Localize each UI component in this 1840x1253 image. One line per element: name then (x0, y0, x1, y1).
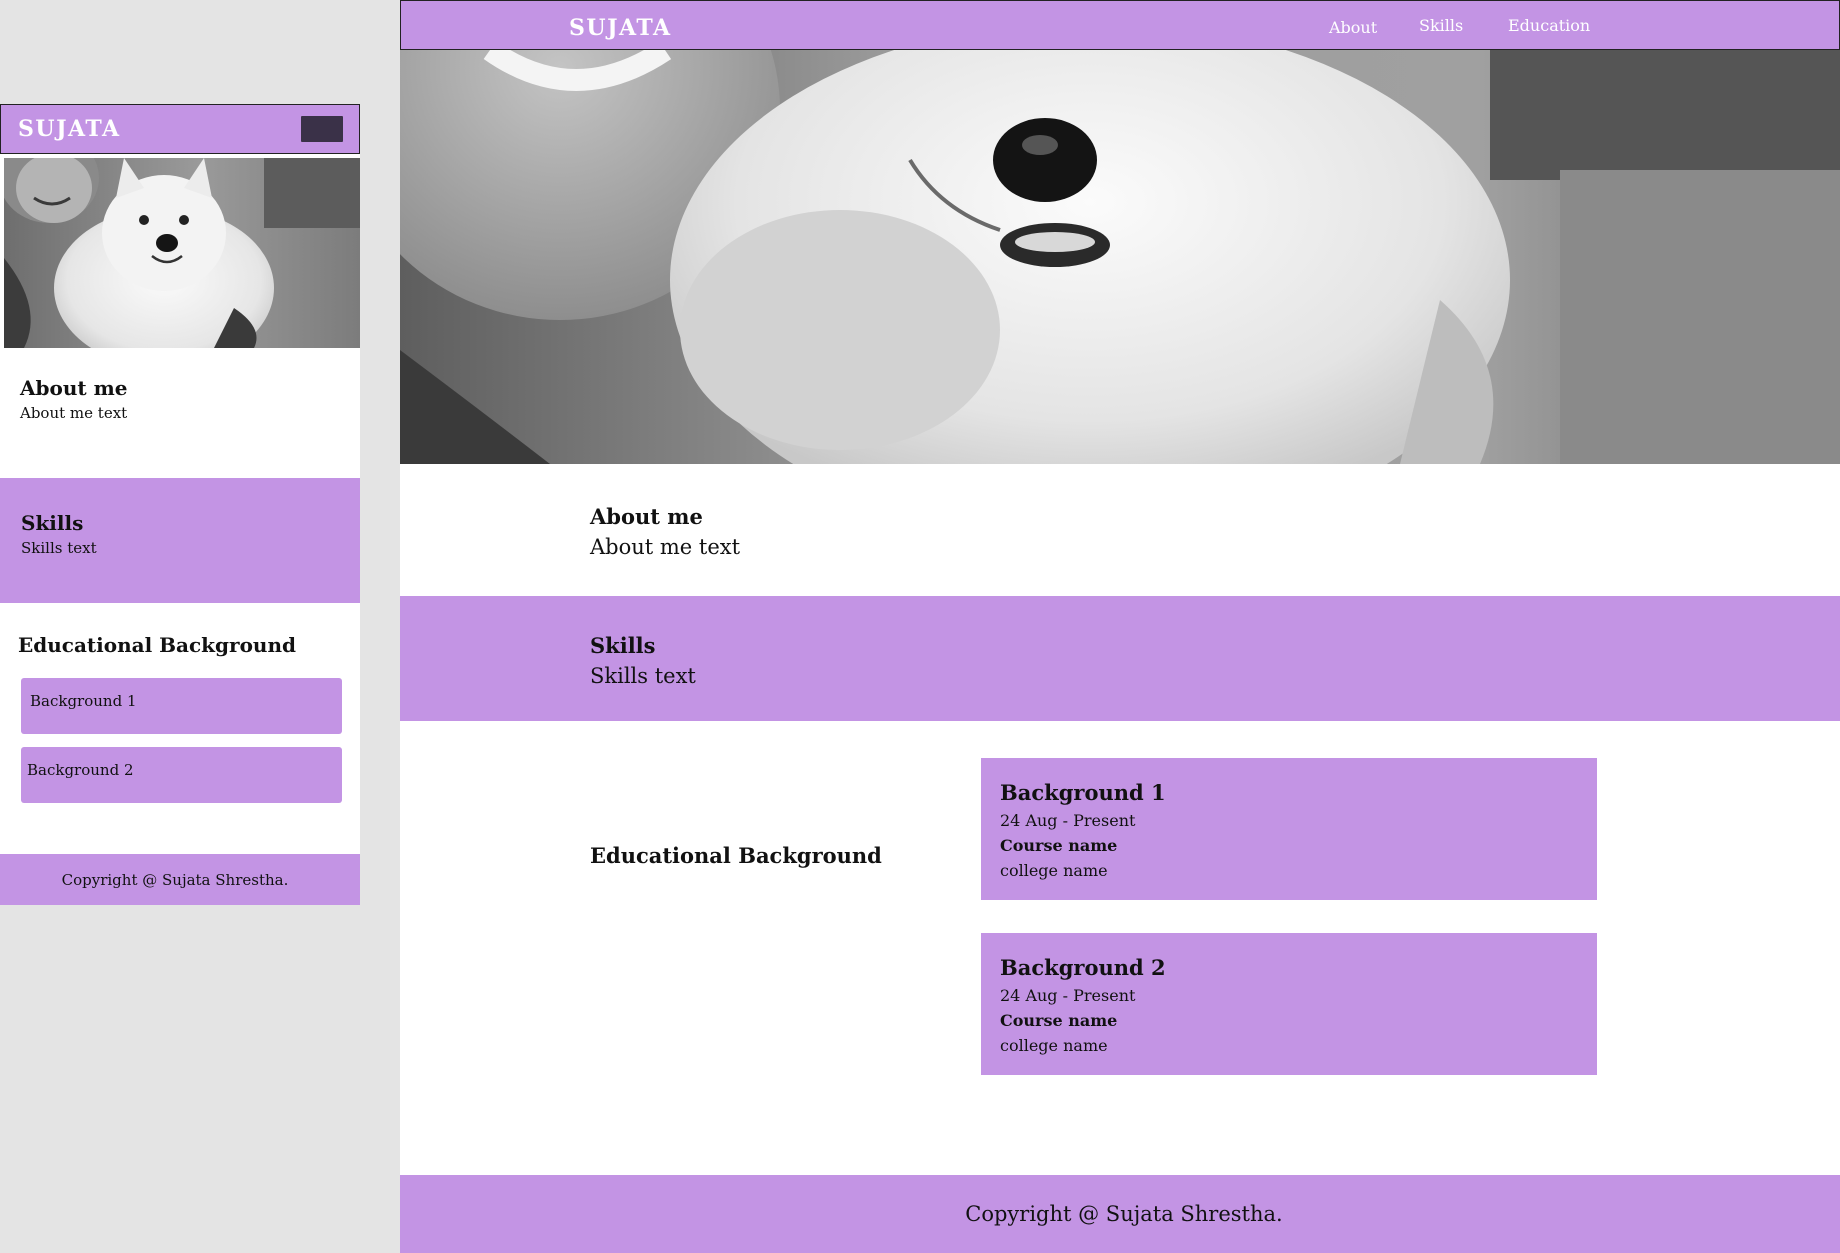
mobile-about-text: About me text (20, 404, 128, 422)
desktop-education-card: Background 1 24 Aug - Present Course nam… (981, 758, 1597, 900)
desktop-footer: Copyright @ Sujata Shrestha. (400, 1175, 1840, 1253)
desktop-footer-text: Copyright @ Sujata Shrestha. (965, 1202, 1283, 1226)
mobile-brand-logo[interactable]: SUJATA (18, 116, 121, 142)
desktop-hero-image (400, 50, 1840, 464)
mobile-preview: SUJATA About me About me text Skills Ski… (0, 104, 360, 905)
desktop-preview: SUJATA About Skills Education About me A… (400, 0, 1840, 1253)
education-card-course: Course name (1000, 836, 1118, 855)
mobile-skills-text: Skills text (21, 539, 97, 557)
mobile-footer: Copyright @ Sujata Shrestha. (0, 854, 360, 905)
mobile-hero-image (4, 158, 360, 348)
mobile-education-card: Background 2 (21, 747, 342, 803)
mobile-footer-text: Copyright @ Sujata Shrestha. (61, 870, 289, 889)
mobile-education-card-label: Background 1 (30, 692, 137, 710)
desktop-skills-section: Skills Skills text (400, 596, 1840, 721)
mobile-skills-heading: Skills (21, 511, 84, 535)
education-card-college: college name (1000, 861, 1108, 880)
nav-link-about[interactable]: About (1329, 18, 1377, 37)
desktop-about-section: About me About me text (590, 504, 740, 559)
education-card-title: Background 1 (1000, 780, 1166, 805)
education-card-title: Background 2 (1000, 955, 1166, 980)
nav-link-skills[interactable]: Skills (1419, 16, 1463, 35)
desktop-navbar: SUJATA About Skills Education (400, 0, 1840, 50)
desktop-brand-logo[interactable]: SUJATA (569, 15, 672, 41)
mobile-education-card-label: Background 2 (27, 761, 134, 779)
mobile-education-card: Background 1 (21, 678, 342, 734)
mobile-about-section: About me About me text (0, 348, 360, 482)
mobile-education-heading: Educational Background (18, 633, 296, 657)
mobile-navbar: SUJATA (0, 104, 360, 154)
mobile-about-heading: About me (20, 376, 128, 400)
education-card-dates: 24 Aug - Present (1000, 986, 1136, 1005)
education-card-dates: 24 Aug - Present (1000, 811, 1136, 830)
desktop-education-card: Background 2 24 Aug - Present Course nam… (981, 933, 1597, 1075)
desktop-skills-heading: Skills (590, 633, 656, 658)
desktop-about-text: About me text (590, 535, 741, 559)
nav-link-education[interactable]: Education (1508, 16, 1590, 35)
mobile-education-section: Educational Background Background 1 Back… (0, 603, 360, 853)
mobile-skills-section: Skills Skills text (0, 478, 360, 603)
education-card-college: college name (1000, 1036, 1108, 1055)
education-card-course: Course name (1000, 1011, 1118, 1030)
desktop-about-heading: About me (590, 504, 703, 529)
desktop-education-heading: Educational Background (590, 843, 882, 868)
menu-toggle-button[interactable] (301, 116, 343, 142)
desktop-skills-text: Skills text (590, 664, 696, 688)
